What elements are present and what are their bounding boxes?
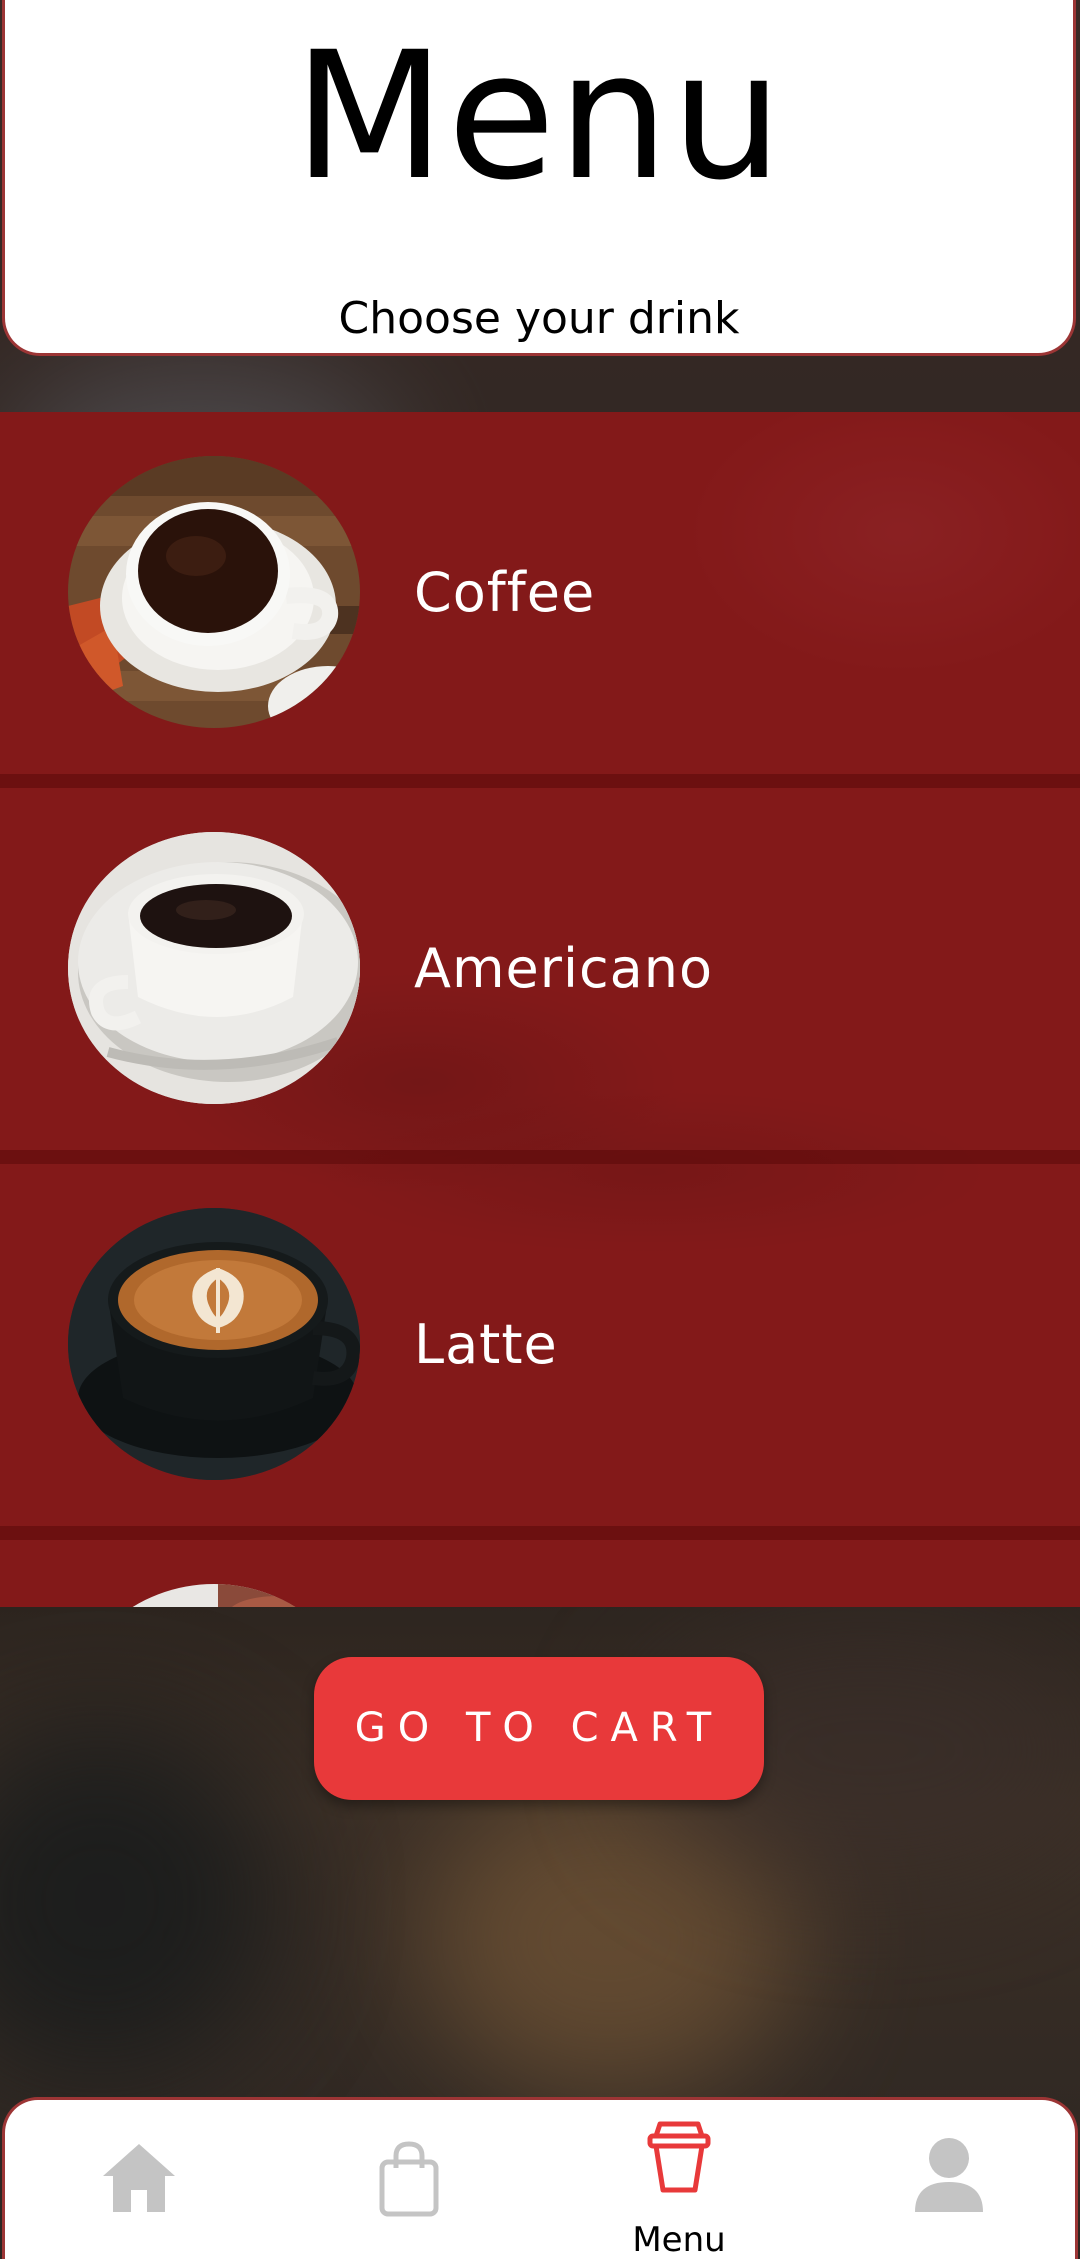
menu-screen: Menu Choose your drink Coffee Americano … [0,0,1080,2259]
person-icon [915,2138,983,2212]
header-card: Menu Choose your drink [2,0,1076,356]
drink-list[interactable]: Coffee Americano Latte [0,412,1080,1607]
nav-menu-label: Menu [632,2220,726,2259]
nav-profile[interactable] [849,2100,1049,2259]
list-item-partial[interactable] [0,1540,1080,1607]
drink-name: Coffee [414,561,596,624]
list-item-americano[interactable]: Americano [0,788,1080,1164]
page-title: Menu [293,14,785,219]
nav-menu[interactable]: Menu [579,2100,779,2259]
nav-home[interactable] [39,2100,239,2259]
nav-shopping-bag[interactable] [309,2100,509,2259]
page-subtitle: Choose your drink [338,293,740,344]
list-item-latte[interactable]: Latte [0,1164,1080,1540]
background-blur [0,1720,280,2080]
home-icon [103,2144,175,2212]
list-item-coffee[interactable]: Coffee [0,412,1080,788]
latte-image [68,1208,360,1480]
bottom-navigation: Menu [2,2097,1078,2259]
shopping-bag-icon [379,2141,439,2217]
drink-name: Americano [414,937,714,1000]
go-to-cart-button[interactable]: GO TO CART [314,1657,764,1800]
coffee-image [68,456,360,728]
cup-icon [647,2121,711,2193]
americano-image [68,832,360,1104]
drink-name: Latte [414,1313,558,1376]
drink-image [68,1584,360,1607]
